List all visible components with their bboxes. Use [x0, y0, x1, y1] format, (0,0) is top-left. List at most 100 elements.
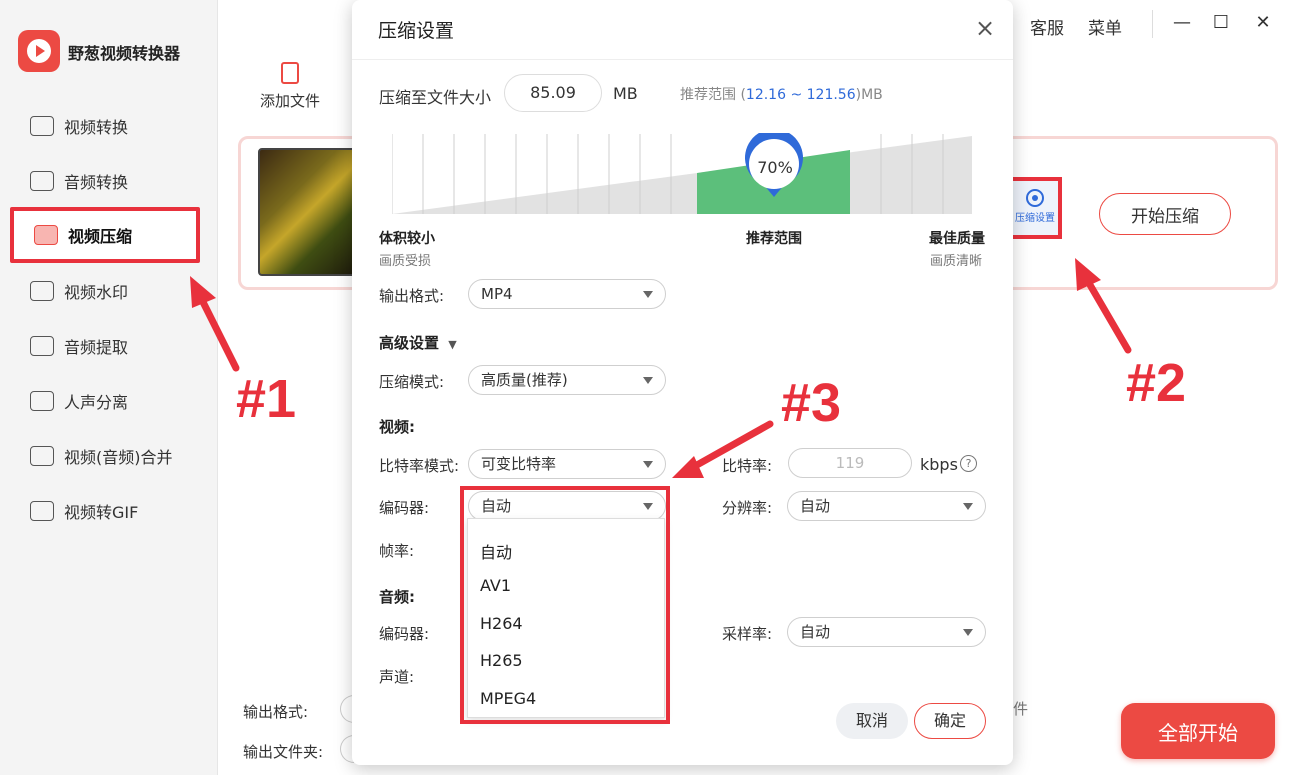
- menu-link[interactable]: 菜单: [1088, 14, 1122, 39]
- slider-mid-title: 推荐范围: [746, 231, 802, 247]
- watermark-icon: [30, 281, 54, 301]
- sidebar-item-label: 视频压缩: [68, 227, 133, 246]
- sidebar: 野葱视频转换器 视频转换 音频转换 视频压缩 视频水印 音频提取 人声分离 视频…: [0, 0, 218, 775]
- window-close-button[interactable]: ✕: [1252, 12, 1274, 36]
- sidebar-item-video-convert[interactable]: 视频转换: [30, 111, 128, 141]
- bitrate-label: 比特率:: [722, 457, 773, 475]
- output-format-select[interactable]: MP4: [468, 279, 666, 309]
- sidebar-item-audio-extract[interactable]: 音频提取: [30, 331, 128, 361]
- caret-down-icon: ▼: [448, 338, 457, 351]
- ok-button[interactable]: 确定: [914, 703, 986, 739]
- range-prefix: 推荐范围 (: [680, 87, 746, 103]
- slider-left-sub: 画质受损: [379, 254, 432, 269]
- sidebar-item-video-compress[interactable]: 视频压缩: [10, 207, 200, 263]
- bottom-tail-text: 件: [1013, 700, 1029, 718]
- sidebar-item-label: 视频转换: [64, 118, 129, 137]
- compress-mode-select[interactable]: 高质量(推荐): [468, 365, 666, 395]
- sidebar-item-label: 视频水印: [64, 283, 129, 302]
- slider-left-title: 体积较小: [379, 231, 435, 247]
- bitrate-mode-value: 可变比特率: [481, 455, 557, 473]
- chevron-down-icon: [643, 461, 653, 468]
- resolution-label: 分辨率:: [722, 499, 773, 517]
- resolution-select[interactable]: 自动: [787, 491, 986, 521]
- add-file-button[interactable]: 添加文件: [257, 62, 323, 111]
- annotation-3: #3: [781, 373, 842, 433]
- samplerate-select[interactable]: 自动: [787, 617, 986, 647]
- video-thumbnail: [258, 148, 358, 276]
- framerate-label: 帧率:: [379, 542, 415, 560]
- start-compress-button[interactable]: 开始压缩: [1099, 193, 1231, 235]
- start-all-button[interactable]: 全部开始: [1121, 703, 1275, 759]
- bitrate-input[interactable]: 119: [788, 448, 912, 478]
- annotation-2: #2: [1126, 353, 1187, 413]
- compress-settings-dialog: 压缩设置 × 压缩至文件大小 85.09 MB 推荐范围 (12.16 ~ 12…: [352, 0, 1013, 765]
- range-values: 12.16 ~ 121.56: [745, 87, 856, 103]
- encoder-highlight-box: [460, 486, 670, 724]
- samplerate-label: 采样率:: [722, 625, 773, 643]
- sidebar-item-label: 视频(音频)合并: [64, 448, 173, 467]
- video-section-title: 视频:: [379, 418, 415, 436]
- quality-slider[interactable]: [392, 134, 972, 214]
- slider-wedge: [392, 136, 972, 214]
- compress-settings-label: 压缩设置: [1015, 213, 1055, 224]
- cancel-button[interactable]: 取消: [836, 703, 908, 739]
- chevron-down-icon: [963, 629, 973, 636]
- resolution-value: 自动: [800, 497, 831, 515]
- output-format-label: 输出格式:: [379, 287, 445, 305]
- compress-mode-value: 高质量(推荐): [481, 371, 568, 389]
- service-link[interactable]: 客服: [1030, 14, 1064, 39]
- recommended-range: 推荐范围 (12.16 ~ 121.56)MB: [680, 84, 883, 104]
- voice-separate-icon: [30, 391, 54, 411]
- sidebar-item-watermark[interactable]: 视频水印: [30, 276, 128, 306]
- sidebar-item-merge[interactable]: 视频(音频)合并: [30, 441, 173, 471]
- dialog-title: 压缩设置: [378, 20, 455, 42]
- merge-icon: [30, 446, 54, 466]
- size-label: 压缩至文件大小: [379, 88, 492, 107]
- divider: [1152, 10, 1153, 38]
- slider-right-title: 最佳质量: [929, 231, 985, 247]
- size-input[interactable]: 85.09: [504, 74, 602, 112]
- sidebar-item-label: 音频转换: [64, 173, 129, 192]
- slider-right-sub: 画质清晰: [930, 254, 983, 269]
- minimize-button[interactable]: —: [1171, 12, 1193, 36]
- sidebar-item-label: 视频转GIF: [64, 503, 139, 522]
- bitrate-unit: kbps: [920, 455, 958, 474]
- audio-encoder-label: 编码器:: [379, 625, 430, 643]
- add-file-label: 添加文件: [259, 92, 320, 110]
- bitrate-mode-select[interactable]: 可变比特率: [468, 449, 666, 479]
- maximize-button[interactable]: ☐: [1210, 12, 1232, 36]
- sidebar-item-label: 人声分离: [64, 393, 129, 412]
- slider-percent: 70%: [757, 158, 793, 177]
- compress-settings-button[interactable]: 压缩设置: [1008, 177, 1062, 239]
- video-compress-icon: [34, 225, 58, 245]
- app-logo: [18, 30, 60, 72]
- chevron-down-icon: [963, 503, 973, 510]
- range-suffix: )MB: [855, 87, 883, 103]
- audio-convert-icon: [30, 171, 54, 191]
- sidebar-item-gif[interactable]: 视频转GIF: [30, 496, 138, 526]
- close-icon[interactable]: ×: [973, 16, 997, 40]
- advanced-settings-label: 高级设置: [379, 334, 440, 352]
- advanced-settings-toggle[interactable]: 高级设置 ▼: [379, 332, 457, 353]
- play-icon: [27, 39, 51, 63]
- chevron-down-icon: [643, 377, 653, 384]
- sidebar-item-audio-convert[interactable]: 音频转换: [30, 166, 128, 196]
- sidebar-item-voice-separate[interactable]: 人声分离: [30, 386, 128, 416]
- dialog-header: 压缩设置 ×: [352, 0, 1013, 60]
- chevron-down-icon: [643, 291, 653, 298]
- app-title: 野葱视频转换器: [68, 44, 181, 63]
- bitrate-mode-label: 比特率模式:: [379, 457, 460, 475]
- size-unit: MB: [613, 84, 638, 103]
- help-icon[interactable]: ?: [960, 455, 977, 472]
- output-folder-label: 输出文件夹:: [243, 743, 324, 761]
- compress-mode-label: 压缩模式:: [379, 373, 445, 391]
- gif-icon: [30, 501, 54, 521]
- video-convert-icon: [30, 116, 54, 136]
- audio-extract-icon: [30, 336, 54, 356]
- output-format-value: MP4: [481, 285, 513, 303]
- encoder-label: 编码器:: [379, 499, 430, 517]
- gear-icon: [1026, 189, 1044, 207]
- quality-slider-graphic: [392, 134, 972, 214]
- output-format-label: 输出格式:: [243, 703, 309, 721]
- audio-section-title: 音频:: [379, 588, 415, 606]
